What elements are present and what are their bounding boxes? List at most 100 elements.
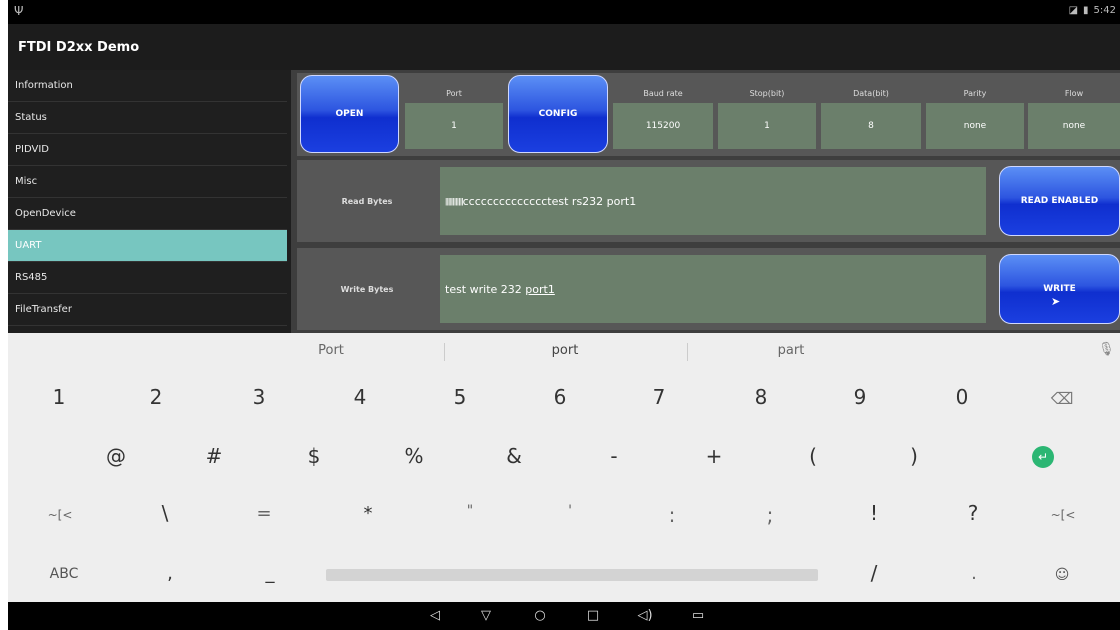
keyboard: 1 2 3 4 5 6 7 8 9 0 ⌫ @ # $ % & - + ( ) … [8, 369, 1120, 602]
read-bytes-field: ǁǁǁǁǁǁ cccccccccccccctest rs232 port1 [440, 167, 986, 235]
sidebar-item-pidvid[interactable]: PIDVID [8, 134, 287, 166]
data-bit-label: Data(bit) [853, 89, 889, 98]
key-exclamation[interactable]: ! [844, 501, 904, 525]
battery-icon: ▮ [1083, 5, 1089, 16]
key-ampersand[interactable]: & [484, 444, 544, 468]
app-title: FTDI D2xx Demo [18, 40, 140, 55]
mic-icon[interactable]: 🎙 [1098, 342, 1115, 357]
key-underscore[interactable]: _ [240, 563, 300, 584]
key-colon[interactable]: : [642, 503, 702, 527]
sidebar: Information Status PIDVID Misc OpenDevic… [8, 70, 291, 333]
suggestion-1[interactable]: Port [271, 343, 391, 358]
key-equals[interactable]: = [234, 503, 294, 524]
key-abc[interactable]: ABC [34, 566, 94, 582]
key-5[interactable]: 5 [430, 385, 490, 409]
write-bytes-underlined: port1 [525, 282, 555, 296]
key-dollar[interactable]: $ [284, 444, 344, 468]
key-percent[interactable]: % [384, 444, 444, 468]
open-button[interactable]: OPEN [300, 75, 399, 153]
key-9[interactable]: 9 [830, 385, 890, 409]
home-icon[interactable]: ○ [530, 608, 550, 623]
baud-rate-label: Baud rate [643, 89, 683, 98]
sidebar-item-opendevice[interactable]: OpenDevice [8, 198, 287, 230]
read-panel: Read Bytes ǁǁǁǁǁǁ cccccccccccccctest rs2… [297, 160, 1120, 242]
write-bytes-text: test write 232 [445, 282, 526, 296]
android-screen: Ψ ◪ ▮ 5:42 FTDI D2xx Demo Information St… [8, 0, 1120, 630]
screenshot-icon[interactable]: ▭ [688, 608, 708, 623]
key-2[interactable]: 2 [126, 385, 186, 409]
flow-label: Flow [1064, 89, 1084, 98]
key-single-quote[interactable]: ' [540, 503, 600, 519]
write-panel: Write Bytes test write 232 port1 WRITE ➤ [297, 248, 1120, 330]
suggestion-2[interactable]: port [505, 343, 625, 358]
write-bytes-input[interactable]: test write 232 port1 [440, 255, 986, 323]
mouse-cursor-icon: ➤ [1051, 295, 1061, 308]
suggestion-3[interactable]: part [731, 343, 851, 358]
key-slash[interactable]: / [844, 561, 904, 585]
key-comma[interactable]: , [140, 563, 200, 584]
sidebar-item-misc[interactable]: Misc [8, 166, 287, 198]
key-period[interactable]: . [944, 563, 1004, 584]
port-field[interactable]: 1 [405, 103, 503, 149]
key-open-paren[interactable]: ( [783, 444, 843, 468]
read-bytes-text: cccccccccccccctest rs232 port1 [462, 194, 637, 208]
key-plus[interactable]: + [684, 444, 744, 468]
space-bar[interactable] [326, 569, 818, 581]
parity-field[interactable]: none [926, 103, 1024, 149]
sidebar-item-rs485[interactable]: RS485 [8, 262, 287, 294]
port-label: Port [446, 89, 462, 98]
key-3[interactable]: 3 [229, 385, 289, 409]
enter-icon[interactable]: ↵ [1032, 446, 1054, 468]
read-bytes-label: Read Bytes [341, 197, 393, 206]
navigation-bar: ◁ ▽ ○ □ ◁) ▭ [8, 602, 1120, 630]
key-asterisk[interactable]: * [338, 503, 398, 524]
config-panel: OPEN Port 1 CONFIG Baud rate 115200 Stop… [297, 73, 1120, 156]
read-garbled-text: ǁǁǁǁǁǁ [445, 196, 464, 206]
action-bar: FTDI D2xx Demo [8, 24, 1120, 70]
sidebar-item-uart[interactable]: UART [8, 230, 287, 262]
recents-icon[interactable]: □ [583, 608, 603, 623]
sidebar-item-information[interactable]: Information [8, 70, 287, 102]
emoji-icon[interactable]: ☺ [1032, 567, 1092, 583]
key-at[interactable]: @ [86, 444, 146, 468]
key-6[interactable]: 6 [530, 385, 590, 409]
key-close-paren[interactable]: ) [884, 444, 944, 468]
backspace-icon[interactable]: ⌫ [1032, 389, 1092, 408]
uart-content: OPEN Port 1 CONFIG Baud rate 115200 Stop… [291, 70, 1120, 333]
key-0[interactable]: 0 [932, 385, 992, 409]
key-7[interactable]: 7 [629, 385, 689, 409]
key-backslash[interactable]: \ [135, 501, 195, 525]
key-symbols-right[interactable]: ~[< [1033, 508, 1093, 522]
sidebar-item-status[interactable]: Status [8, 102, 287, 134]
key-double-quote[interactable]: " [440, 503, 500, 519]
read-enabled-button[interactable]: READ ENABLED [999, 166, 1120, 236]
usb-icon: Ψ [14, 4, 24, 18]
stop-bit-label: Stop(bit) [749, 89, 785, 98]
config-button[interactable]: CONFIG [508, 75, 608, 153]
status-bar: Ψ ◪ ▮ 5:42 [8, 0, 1120, 24]
status-right: ◪ ▮ 5:42 [1069, 5, 1116, 16]
key-1[interactable]: 1 [29, 385, 89, 409]
no-sim-icon: ◪ [1068, 5, 1079, 16]
key-question[interactable]: ? [943, 501, 1003, 525]
sidebar-item-filetransfer[interactable]: FileTransfer [8, 294, 287, 326]
write-button[interactable]: WRITE ➤ [999, 254, 1120, 324]
key-hash[interactable]: # [184, 444, 244, 468]
volume-down-icon[interactable]: ◁ [425, 608, 445, 623]
parity-label: Parity [963, 89, 987, 98]
suggestion-divider [444, 343, 445, 361]
stop-bit-field[interactable]: 1 [718, 103, 816, 149]
key-8[interactable]: 8 [731, 385, 791, 409]
key-4[interactable]: 4 [330, 385, 390, 409]
key-symbols-left[interactable]: ~[< [30, 508, 90, 522]
data-bit-field[interactable]: 8 [821, 103, 921, 149]
keyboard-suggestions: Port port part 🎙 [8, 333, 1120, 369]
volume-up-icon[interactable]: ◁) [635, 608, 655, 623]
baud-rate-field[interactable]: 115200 [613, 103, 713, 149]
key-semicolon[interactable]: ; [740, 503, 800, 527]
back-icon[interactable]: ▽ [476, 608, 496, 623]
flow-field[interactable]: none [1028, 103, 1120, 149]
key-minus[interactable]: - [584, 444, 644, 468]
status-time: 5:42 [1093, 5, 1116, 16]
write-bytes-label: Write Bytes [340, 285, 394, 294]
